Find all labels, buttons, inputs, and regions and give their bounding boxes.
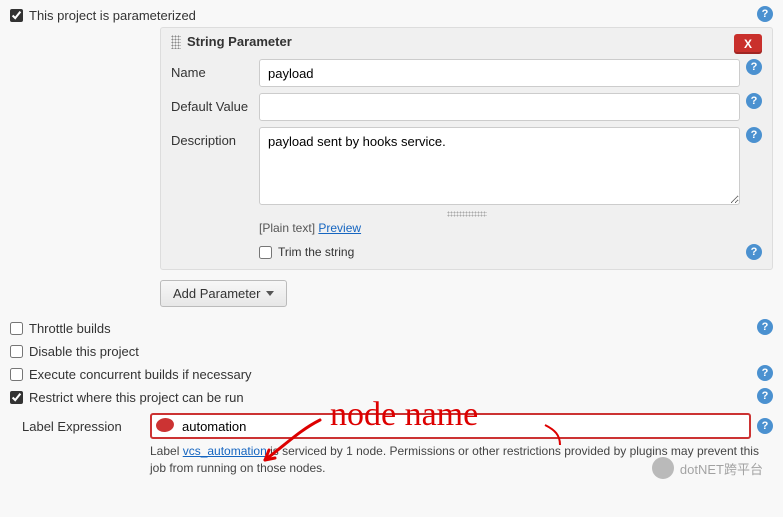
- trim-label: Trim the string: [278, 245, 354, 259]
- resize-grip-icon[interactable]: [447, 211, 487, 217]
- watermark-text: dotNET跨平台: [680, 459, 763, 478]
- help-icon[interactable]: ?: [746, 127, 762, 143]
- throttle-label: Throttle builds: [29, 321, 111, 336]
- description-label: Description: [171, 127, 259, 148]
- concurrent-label: Execute concurrent builds if necessary: [29, 367, 252, 382]
- trim-checkbox[interactable]: [259, 246, 272, 259]
- name-input[interactable]: [259, 59, 740, 87]
- add-parameter-button[interactable]: Add Parameter: [160, 280, 287, 307]
- caret-down-icon: [266, 291, 274, 296]
- concurrent-checkbox[interactable]: [10, 368, 23, 381]
- throttle-checkbox[interactable]: [10, 322, 23, 335]
- help-icon[interactable]: ?: [757, 365, 773, 381]
- watermark-icon: [652, 457, 674, 479]
- parameterized-label: This project is parameterized: [29, 8, 196, 23]
- parameterized-row: This project is parameterized ?: [10, 4, 773, 27]
- disable-label: Disable this project: [29, 344, 139, 359]
- name-label: Name: [171, 59, 259, 80]
- help-icon[interactable]: ?: [757, 388, 773, 404]
- add-parameter-label: Add Parameter: [173, 286, 260, 301]
- preview-link[interactable]: Preview: [318, 221, 361, 235]
- restrict-label: Restrict where this project can be run: [29, 390, 244, 405]
- label-link[interactable]: vcs_automation: [183, 444, 267, 458]
- description-textarea[interactable]: [259, 127, 740, 205]
- parameterized-checkbox[interactable]: [10, 9, 23, 22]
- restrict-checkbox[interactable]: [10, 391, 23, 404]
- help-icon[interactable]: ?: [757, 418, 773, 434]
- help-icon[interactable]: ?: [757, 319, 773, 335]
- delete-parameter-button[interactable]: X: [734, 34, 762, 54]
- default-value-label: Default Value: [171, 93, 259, 114]
- label-expression-input[interactable]: [150, 413, 751, 439]
- string-parameter-panel: X String Parameter Name ? Default Value …: [160, 27, 773, 270]
- label-expression-label: Label Expression: [22, 419, 150, 434]
- help-icon[interactable]: ?: [746, 59, 762, 75]
- watermark: dotNET跨平台: [652, 457, 763, 479]
- help-icon[interactable]: ?: [746, 244, 762, 260]
- parameter-title: String Parameter: [187, 34, 292, 49]
- disable-checkbox[interactable]: [10, 345, 23, 358]
- help-icon[interactable]: ?: [746, 93, 762, 109]
- default-value-input[interactable]: [259, 93, 740, 121]
- plain-text-label: [Plain text]: [259, 221, 315, 235]
- help-icon[interactable]: ?: [757, 6, 773, 22]
- drag-handle-icon[interactable]: [171, 35, 181, 49]
